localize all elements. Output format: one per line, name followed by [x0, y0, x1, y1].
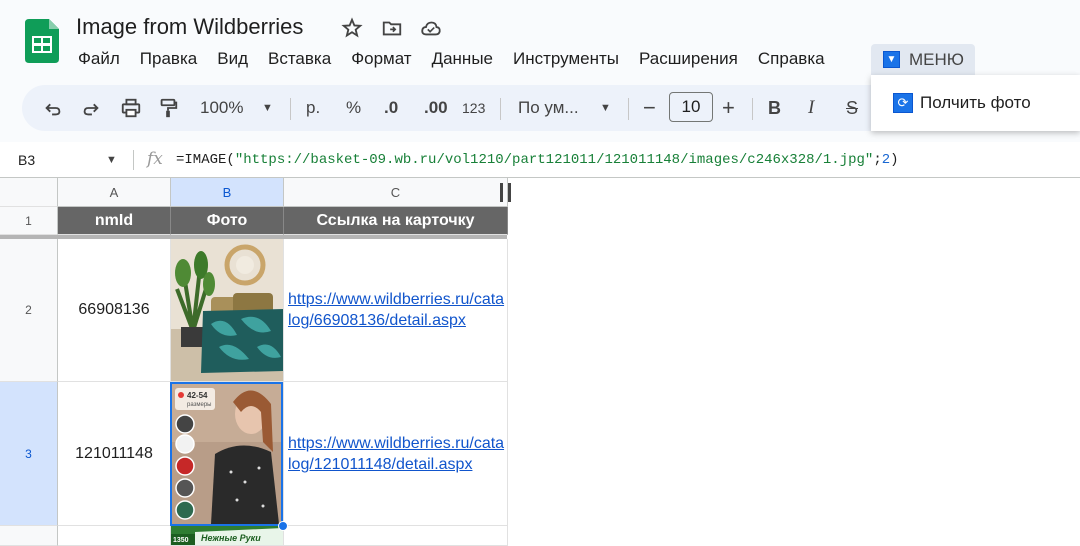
row-header-4[interactable]	[0, 526, 58, 546]
menu-bar: Файл Правка Вид Вставка Формат Данные Ин…	[68, 46, 835, 74]
product-photo-cream: 1350 Нежные Руки	[171, 526, 283, 545]
star-icon[interactable]	[341, 17, 363, 39]
menu-extensions[interactable]: Расширения	[629, 46, 748, 74]
nmid-cell[interactable]: 121011148	[58, 382, 171, 526]
bold-button[interactable]: B	[768, 85, 781, 131]
cloud-saved-icon[interactable]	[420, 17, 442, 39]
row-header-2[interactable]: 2	[0, 239, 58, 382]
get-photo-menu-item[interactable]: Полчить фото	[920, 93, 1031, 113]
top-bar: Image from Wildberries Файл Правка Вид В…	[0, 0, 1080, 142]
italic-button[interactable]: I	[808, 85, 814, 131]
product-link[interactable]: https://www.wildberries.ru/catalog/66908…	[284, 239, 508, 382]
formula-mode-arg: 2	[881, 152, 891, 168]
refresh-icon: ⟳	[893, 93, 913, 113]
product-name-text: Нежные Руки	[201, 533, 261, 543]
decrease-decimal-button[interactable]: .0	[384, 85, 398, 131]
custom-menu-dropdown: ⟳ Полчить фото	[871, 75, 1080, 131]
menu-data[interactable]: Данные	[422, 46, 503, 74]
name-box[interactable]: B3	[18, 152, 35, 168]
dropdown-marker-icon: ▼	[883, 51, 900, 68]
increase-font-size-button[interactable]: +	[722, 85, 735, 131]
percent-format-button[interactable]: %	[346, 85, 361, 131]
menu-format[interactable]: Формат	[341, 46, 421, 74]
menu-tools[interactable]: Инструменты	[503, 46, 629, 74]
name-box-caret-icon[interactable]: ▼	[106, 154, 117, 166]
formula-divider	[133, 150, 134, 170]
menu-edit[interactable]: Правка	[130, 46, 207, 74]
increase-decimal-button[interactable]: .00	[424, 85, 448, 131]
formula-input[interactable]: =IMAGE("https://basket-09.wb.ru/vol1210/…	[176, 152, 899, 168]
header-cell-photo[interactable]: Фото	[171, 207, 284, 235]
column-resize-handle[interactable]	[500, 183, 503, 202]
select-all-corner[interactable]	[0, 178, 58, 207]
formula-function: =IMAGE(	[176, 152, 235, 168]
font-size-input[interactable]: 10	[669, 92, 713, 122]
nmid-cell[interactable]	[58, 526, 171, 546]
formula-separator: ;	[873, 152, 882, 168]
toolbar-divider	[290, 98, 291, 120]
redo-icon[interactable]	[80, 97, 102, 119]
paint-format-icon[interactable]	[157, 97, 179, 119]
sheets-logo-icon[interactable]	[25, 19, 59, 63]
menu-insert[interactable]: Вставка	[258, 46, 341, 74]
custom-menu-label: МЕНЮ	[909, 49, 964, 69]
photo-cell[interactable]	[171, 239, 284, 382]
column-header-c[interactable]: C	[284, 178, 508, 207]
column-header-a[interactable]: A	[58, 178, 171, 207]
number-format-button[interactable]: 123	[462, 85, 485, 131]
strikethrough-button[interactable]: S	[846, 85, 858, 131]
header-cell-link[interactable]: Ссылка на карточку	[284, 207, 508, 235]
currency-format-button[interactable]: р.	[306, 85, 320, 131]
formula-url-string: "https://basket-09.wb.ru/vol1210/part121…	[234, 152, 874, 168]
column-resize-handle[interactable]	[508, 183, 511, 202]
product-link[interactable]: https://www.wildberries.ru/catalog/12101…	[284, 382, 508, 526]
font-family-select[interactable]: По ум...	[518, 85, 579, 131]
document-title[interactable]: Image from Wildberries	[76, 14, 303, 40]
grid-empty-area	[508, 178, 1080, 546]
toolbar-divider	[752, 98, 753, 120]
column-header-b[interactable]: B	[171, 178, 284, 207]
photo-cell[interactable]: 1350 Нежные Руки	[171, 526, 284, 546]
fx-icon: fx	[147, 149, 163, 169]
price-badge-text: 1350	[173, 537, 189, 544]
row-header-1[interactable]: 1	[0, 207, 58, 235]
move-folder-icon[interactable]	[381, 17, 403, 39]
link-cell[interactable]	[284, 526, 508, 546]
decrease-font-size-button[interactable]: −	[643, 85, 656, 131]
zoom-select[interactable]: 100%	[200, 85, 243, 131]
row-header-3[interactable]: 3	[0, 382, 58, 526]
print-icon[interactable]	[120, 97, 142, 119]
undo-icon[interactable]	[42, 97, 64, 119]
header-cell-nmid[interactable]: nmId	[58, 207, 171, 235]
menu-file[interactable]: Файл	[68, 46, 130, 74]
toolbar-divider	[500, 98, 501, 120]
menu-help[interactable]: Справка	[748, 46, 835, 74]
nmid-cell[interactable]: 66908136	[58, 239, 171, 382]
fill-handle[interactable]	[278, 521, 288, 531]
zoom-caret-icon[interactable]: ▼	[262, 85, 273, 131]
custom-menu-button[interactable]: ▼ МЕНЮ	[871, 44, 975, 75]
formula-close: )	[890, 152, 899, 168]
formula-bar: B3 ▼ fx =IMAGE("https://basket-09.wb.ru/…	[0, 142, 1080, 178]
cell-selection-outline	[170, 382, 283, 526]
product-photo-bedding	[171, 239, 283, 381]
toolbar-divider	[628, 98, 629, 120]
menu-view[interactable]: Вид	[207, 46, 258, 74]
font-caret-icon[interactable]: ▼	[600, 85, 611, 131]
